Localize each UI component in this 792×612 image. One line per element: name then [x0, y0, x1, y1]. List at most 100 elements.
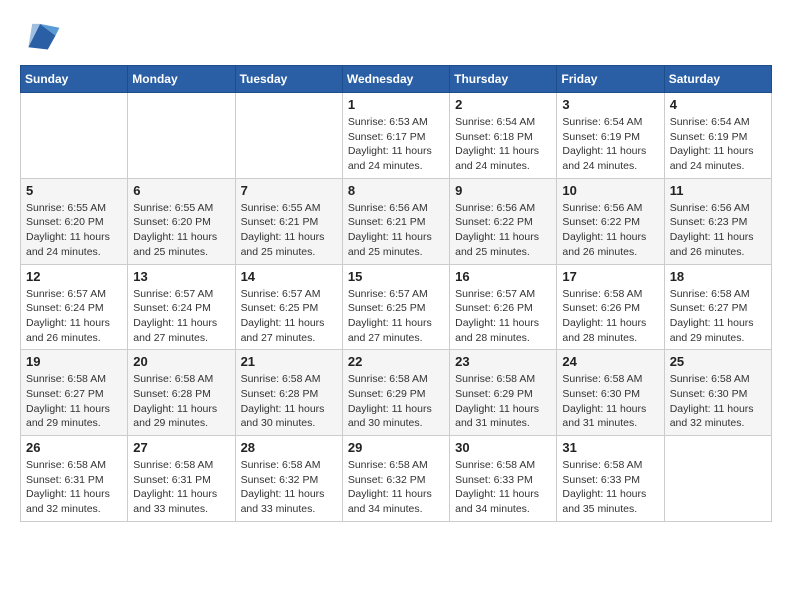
weekday-header-tuesday: Tuesday — [235, 66, 342, 93]
day-number: 1 — [348, 97, 444, 112]
day-cell: 30Sunrise: 6:58 AM Sunset: 6:33 PM Dayli… — [450, 436, 557, 522]
day-number: 7 — [241, 183, 337, 198]
day-cell: 15 Sunrise: 6:57 AM Sunset: 6:25 PM Dayli… — [342, 264, 449, 350]
day-number: 18 — [670, 269, 766, 284]
day-info: Sunrise: 6:54 AM Sunset: 6:19 PM Dayligh… — [562, 115, 658, 174]
day-info: Sunrise: 6:57 AM Sunset: 6:26 PM Dayligh… — [455, 287, 551, 346]
day-info: Sunrise: 6:57 AM Sunset: 6:25 PM Dayligh… — [348, 287, 444, 346]
day-number: 14 — [241, 269, 337, 284]
day-number: 22 — [348, 354, 444, 369]
day-number: 16 — [455, 269, 551, 284]
day-cell: 24 Sunrise: 6:58 AM Sunset: 6:30 PM Dayli… — [557, 350, 664, 436]
day-cell: 21Sunrise: 6:58 AM Sunset: 6:28 PM Dayli… — [235, 350, 342, 436]
day-cell — [664, 436, 771, 522]
day-number: 17 — [562, 269, 658, 284]
day-info: Sunrise: 6:58 AM Sunset: 6:30 PM Dayligh… — [670, 372, 766, 431]
day-info: Sunrise: 6:58 AM Sunset: 6:28 PM Dayligh… — [241, 372, 337, 431]
day-info: Sunrise: 6:55 AM Sunset: 6:20 PM Dayligh… — [26, 201, 122, 260]
day-cell: 2 Sunrise: 6:54 AM Sunset: 6:18 PM Daylig… — [450, 93, 557, 179]
day-info: Sunrise: 6:55 AM Sunset: 6:21 PM Dayligh… — [241, 201, 337, 260]
day-number: 9 — [455, 183, 551, 198]
day-info: Sunrise: 6:58 AM Sunset: 6:31 PM Dayligh… — [26, 458, 122, 517]
day-cell: 20 Sunrise: 6:58 AM Sunset: 6:28 PM Dayli… — [128, 350, 235, 436]
day-info: Sunrise: 6:56 AM Sunset: 6:21 PM Dayligh… — [348, 201, 444, 260]
day-cell: 9 Sunrise: 6:56 AM Sunset: 6:22 PM Daylig… — [450, 178, 557, 264]
day-cell: 6 Sunrise: 6:55 AM Sunset: 6:20 PM Daylig… — [128, 178, 235, 264]
day-info: Sunrise: 6:58 AM Sunset: 6:27 PM Dayligh… — [26, 372, 122, 431]
day-info: Sunrise: 6:55 AM Sunset: 6:20 PM Dayligh… — [133, 201, 229, 260]
day-number: 10 — [562, 183, 658, 198]
weekday-header-friday: Friday — [557, 66, 664, 93]
day-number: 15 — [348, 269, 444, 284]
day-cell: 26 Sunrise: 6:58 AM Sunset: 6:31 PM Dayli… — [21, 436, 128, 522]
day-info: Sunrise: 6:58 AM Sunset: 6:29 PM Dayligh… — [348, 372, 444, 431]
day-info: Sunrise: 6:54 AM Sunset: 6:19 PM Dayligh… — [670, 115, 766, 174]
day-cell: 12Sunrise: 6:57 AM Sunset: 6:24 PM Dayli… — [21, 264, 128, 350]
page-header — [20, 20, 772, 55]
weekday-header-saturday: Saturday — [664, 66, 771, 93]
day-number: 2 — [455, 97, 551, 112]
day-info: Sunrise: 6:53 AM Sunset: 6:17 PM Dayligh… — [348, 115, 444, 174]
day-number: 6 — [133, 183, 229, 198]
day-number: 29 — [348, 440, 444, 455]
day-number: 3 — [562, 97, 658, 112]
day-cell: 1 Sunrise: 6:53 AM Sunset: 6:17 PM Daylig… — [342, 93, 449, 179]
calendar-table: SundayMondayTuesdayWednesdayThursdayFrid… — [20, 65, 772, 522]
week-row-1: 1 Sunrise: 6:53 AM Sunset: 6:17 PM Daylig… — [21, 93, 772, 179]
day-cell: 19Sunrise: 6:58 AM Sunset: 6:27 PM Dayli… — [21, 350, 128, 436]
logo — [20, 20, 64, 55]
day-number: 5 — [26, 183, 122, 198]
day-info: Sunrise: 6:58 AM Sunset: 6:30 PM Dayligh… — [562, 372, 658, 431]
day-info: Sunrise: 6:58 AM Sunset: 6:33 PM Dayligh… — [562, 458, 658, 517]
day-number: 28 — [241, 440, 337, 455]
weekday-header-sunday: Sunday — [21, 66, 128, 93]
day-info: Sunrise: 6:54 AM Sunset: 6:18 PM Dayligh… — [455, 115, 551, 174]
logo-icon — [20, 20, 60, 55]
day-number: 23 — [455, 354, 551, 369]
week-row-5: 26 Sunrise: 6:58 AM Sunset: 6:31 PM Dayli… — [21, 436, 772, 522]
day-number: 4 — [670, 97, 766, 112]
day-cell: 11 Sunrise: 6:56 AM Sunset: 6:23 PM Dayli… — [664, 178, 771, 264]
day-cell: 17Sunrise: 6:58 AM Sunset: 6:26 PM Dayli… — [557, 264, 664, 350]
day-number: 25 — [670, 354, 766, 369]
day-cell: 31 Sunrise: 6:58 AM Sunset: 6:33 PM Dayli… — [557, 436, 664, 522]
day-cell: 13 Sunrise: 6:57 AM Sunset: 6:24 PM Dayli… — [128, 264, 235, 350]
day-info: Sunrise: 6:58 AM Sunset: 6:32 PM Dayligh… — [241, 458, 337, 517]
day-cell: 5 Sunrise: 6:55 AM Sunset: 6:20 PM Daylig… — [21, 178, 128, 264]
day-cell — [235, 93, 342, 179]
day-info: Sunrise: 6:58 AM Sunset: 6:29 PM Dayligh… — [455, 372, 551, 431]
day-info: Sunrise: 6:58 AM Sunset: 6:32 PM Dayligh… — [348, 458, 444, 517]
day-info: Sunrise: 6:57 AM Sunset: 6:24 PM Dayligh… — [133, 287, 229, 346]
day-cell — [21, 93, 128, 179]
day-number: 8 — [348, 183, 444, 198]
day-info: Sunrise: 6:58 AM Sunset: 6:27 PM Dayligh… — [670, 287, 766, 346]
week-row-2: 5 Sunrise: 6:55 AM Sunset: 6:20 PM Daylig… — [21, 178, 772, 264]
day-info: Sunrise: 6:57 AM Sunset: 6:25 PM Dayligh… — [241, 287, 337, 346]
day-info: Sunrise: 6:56 AM Sunset: 6:23 PM Dayligh… — [670, 201, 766, 260]
day-number: 12 — [26, 269, 122, 284]
day-info: Sunrise: 6:58 AM Sunset: 6:33 PM Dayligh… — [455, 458, 551, 517]
weekday-header-wednesday: Wednesday — [342, 66, 449, 93]
day-cell: 28 Sunrise: 6:58 AM Sunset: 6:32 PM Dayli… — [235, 436, 342, 522]
day-number: 31 — [562, 440, 658, 455]
day-info: Sunrise: 6:56 AM Sunset: 6:22 PM Dayligh… — [455, 201, 551, 260]
day-cell: 18 Sunrise: 6:58 AM Sunset: 6:27 PM Dayli… — [664, 264, 771, 350]
day-number: 20 — [133, 354, 229, 369]
day-number: 11 — [670, 183, 766, 198]
day-number: 26 — [26, 440, 122, 455]
day-cell: 29 Sunrise: 6:58 AM Sunset: 6:32 PM Dayli… — [342, 436, 449, 522]
weekday-header-thursday: Thursday — [450, 66, 557, 93]
day-cell: 23 Sunrise: 6:58 AM Sunset: 6:29 PM Dayli… — [450, 350, 557, 436]
week-row-3: 12 Sunrise: 6:57 AM Sunset: 6:24 PM Dayli… — [21, 264, 772, 350]
day-info: Sunrise: 6:58 AM Sunset: 6:31 PM Dayligh… — [133, 458, 229, 517]
day-number: 24 — [562, 354, 658, 369]
day-number: 13 — [133, 269, 229, 284]
day-cell: 27Sunrise: 6:58 AM Sunset: 6:31 PM Dayli… — [128, 436, 235, 522]
weekday-header-row: SundayMondayTuesdayWednesdayThursdayFrid… — [21, 66, 772, 93]
day-cell: 22 Sunrise: 6:58 AM Sunset: 6:29 PM Dayli… — [342, 350, 449, 436]
day-cell: 3 Sunrise: 6:54 AM Sunset: 6:19 PM Daylig… — [557, 93, 664, 179]
day-cell: 10Sunrise: 6:56 AM Sunset: 6:22 PM Dayli… — [557, 178, 664, 264]
day-cell: 14 Sunrise: 6:57 AM Sunset: 6:25 PM Dayli… — [235, 264, 342, 350]
day-info: Sunrise: 6:58 AM Sunset: 6:28 PM Dayligh… — [133, 372, 229, 431]
day-cell: 25 Sunrise: 6:58 AM Sunset: 6:30 PM Dayli… — [664, 350, 771, 436]
